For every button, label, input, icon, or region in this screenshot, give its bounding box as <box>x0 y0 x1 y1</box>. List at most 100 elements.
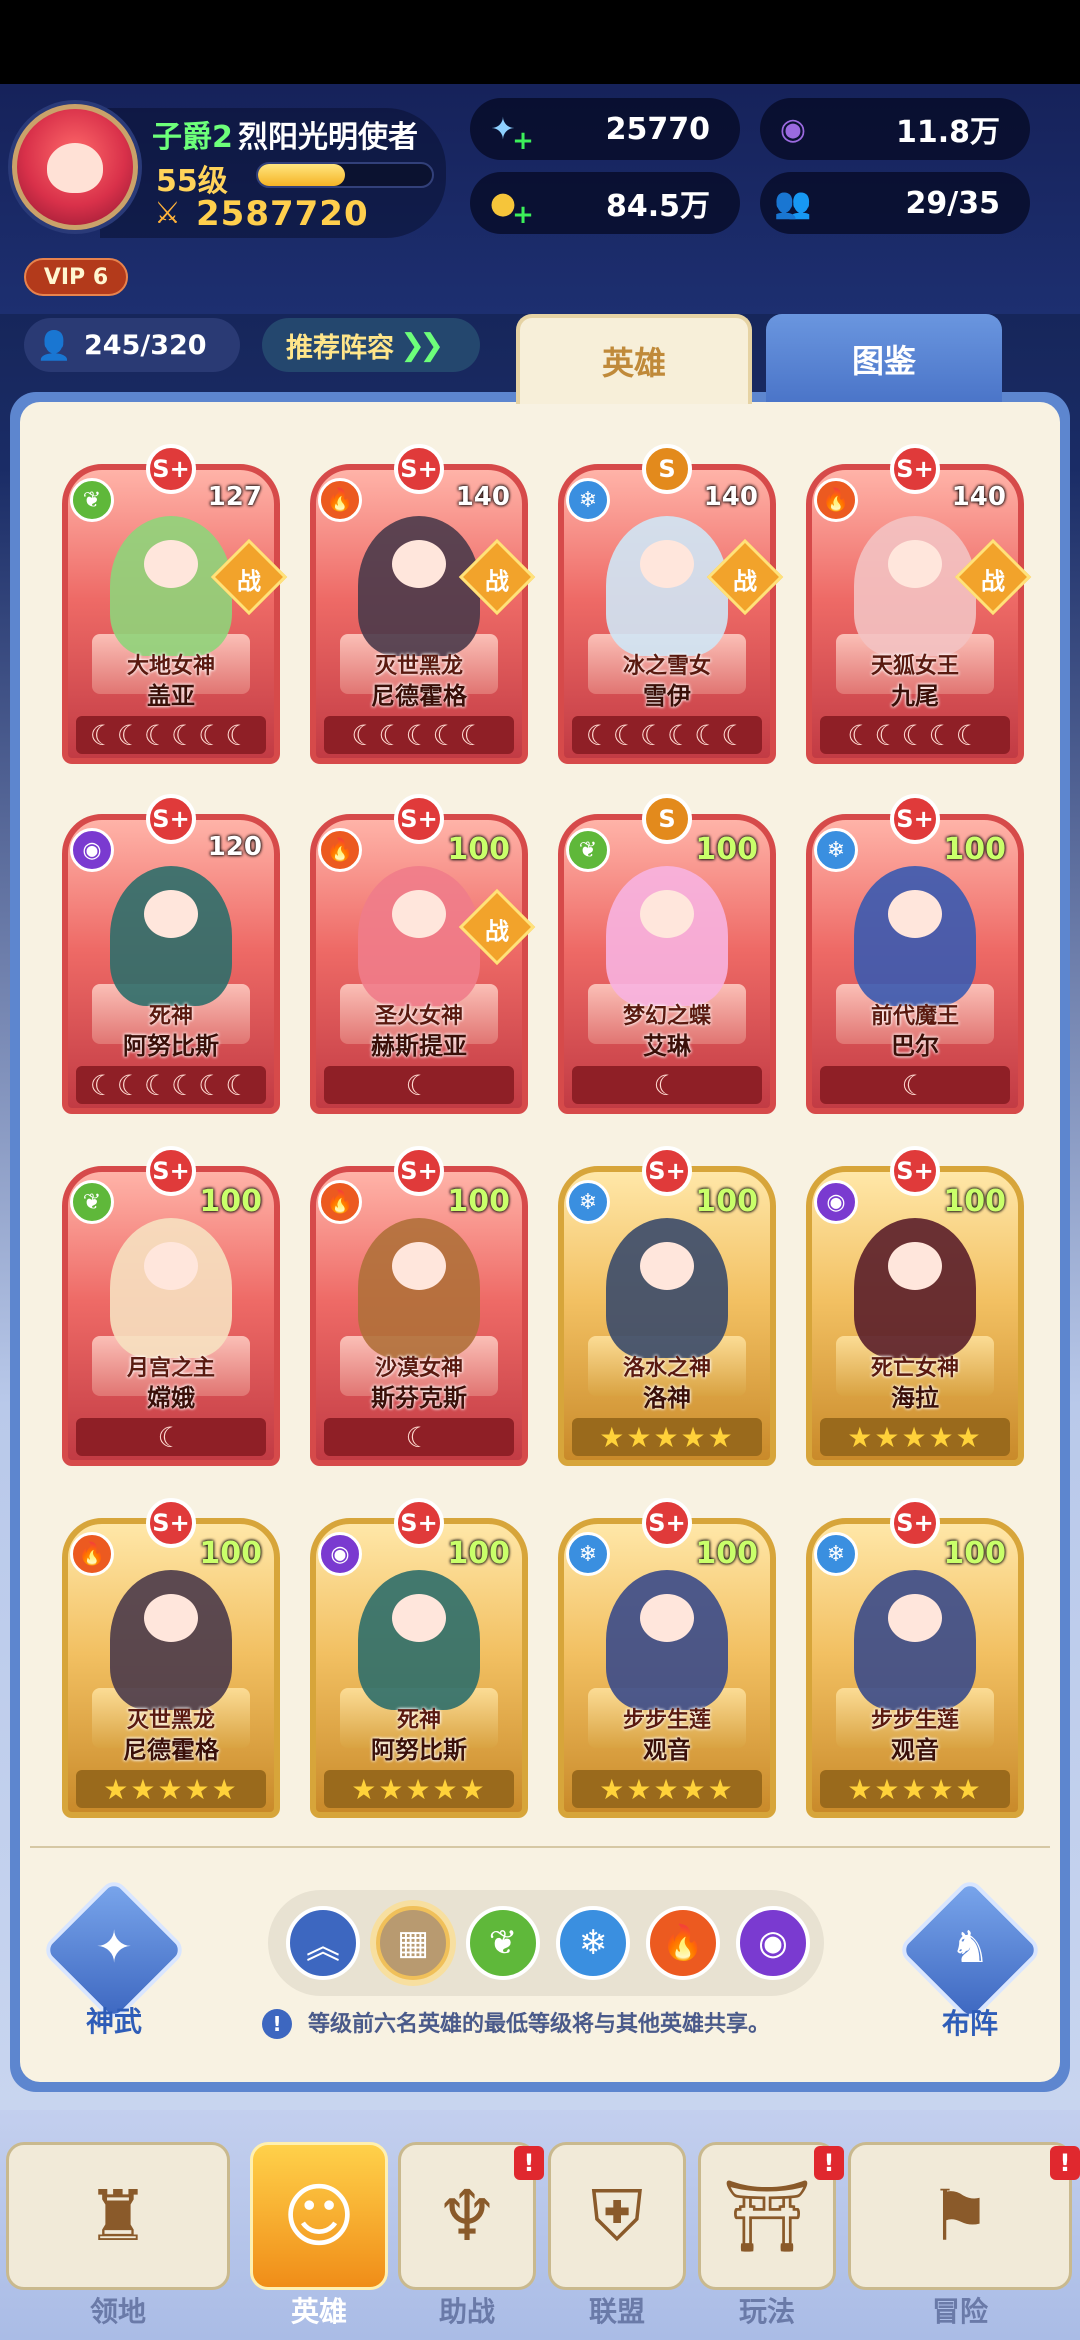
hero-card[interactable]: S+ ❦ 100 月宫之主 嫦娥 ☾ <box>62 1146 280 1466</box>
hero-level: 100 <box>447 1184 510 1219</box>
filter-upgrade[interactable]: ︽ <box>286 1906 360 1980</box>
tab-codex[interactable]: 图鉴 <box>766 314 1002 404</box>
snowflake-icon: ❄ <box>814 1532 858 1576</box>
hero-card[interactable]: S ❄ 140 冰之雪女 雪伊 ☾☾☾☾☾☾ 战 <box>558 444 784 764</box>
hero-card[interactable]: S+ ◉ 100 死亡女神 海拉 ★★★★★ <box>806 1146 1024 1466</box>
hero-name: 阿努比斯 <box>123 1032 219 1060</box>
hero-face <box>640 1594 694 1642</box>
hero-card[interactable]: S+ ❄ 100 前代魔王 巴尔 ☾ <box>806 794 1024 1114</box>
double-chevron-right-icon: ❯❯ <box>400 327 444 363</box>
person-icon: 👤 <box>36 328 72 362</box>
resource-gold[interactable]: ● +84.5万 <box>470 172 740 234</box>
snowflake-icon: ❄ <box>566 1180 610 1224</box>
hero-card[interactable]: S+ ◉ 120 死神 阿努比斯 ☾☾☾☾☾☾ <box>62 794 280 1114</box>
hero-card[interactable]: S+ 🔥 140 天狐女王 九尾 ☾☾☾☾☾ 战 <box>806 444 1032 764</box>
hero-name: 尼德霍格 <box>371 682 467 710</box>
resource-diamond[interactable]: ✦ +25770 <box>470 98 740 160</box>
grade-text: S+ <box>152 1157 190 1185</box>
hero-face <box>888 1242 942 1290</box>
resource-value: 29/35 <box>905 185 1000 221</box>
hero-face <box>392 890 446 938</box>
leaf-icon: ❦ <box>488 1923 518 1963</box>
nav-flag[interactable]: ⚑ <box>848 2142 1072 2290</box>
filter-ice[interactable]: ❄ <box>556 1906 630 1980</box>
resource-purple-currency[interactable]: ◉ 11.8万 <box>760 98 1030 160</box>
hero-stars: ☾☾☾☾☾☾ <box>76 716 266 754</box>
grade-badge: S+ <box>890 1498 940 1548</box>
hero-face <box>888 890 942 938</box>
grade-badge: S+ <box>394 1498 444 1548</box>
hero-name: 斯芬克斯 <box>371 1384 467 1412</box>
hero-face-icon: ☺ <box>282 2175 356 2257</box>
nav-label: 领地 <box>89 2295 146 2328</box>
hero-card[interactable]: S+ ❄ 100 洛水之神 洛神 ★★★★★ <box>558 1146 776 1466</box>
grade-badge: S+ <box>394 444 444 494</box>
grade-badge: S+ <box>146 1498 196 1548</box>
hero-stars: ☾☾☾☾☾☾ <box>572 716 762 754</box>
notification-badge: ! <box>1050 2146 1080 2180</box>
vip-badge[interactable]: VIP 6 <box>24 258 128 296</box>
hero-name: 巴尔 <box>891 1032 939 1060</box>
grade-text: S+ <box>896 455 934 483</box>
nav-castle[interactable]: ♜ <box>6 2142 230 2290</box>
filter-fire[interactable]: 🔥 <box>646 1906 720 1980</box>
info-icon: ! <box>262 2009 292 2039</box>
hero-level: 100 <box>199 1184 262 1219</box>
hero-card[interactable]: S+ 🔥 140 灭世黑龙 尼德霍格 ☾☾☾☾☾ 战 <box>310 444 536 764</box>
hero-count-value: 245/320 <box>84 329 207 361</box>
people-icon: 👥 <box>774 185 812 221</box>
combat-power: 2587720 <box>196 194 369 234</box>
hero-card[interactable]: S+ ◉ 100 死神 阿努比斯 ★★★★★ <box>310 1498 528 1818</box>
hero-card[interactable]: S+ 🔥 100 沙漠女神 斯芬克斯 ☾ <box>310 1146 528 1466</box>
hero-card[interactable]: S+ ❄ 100 步步生莲 观音 ★★★★★ <box>558 1498 776 1818</box>
hero-level: 127 <box>207 482 262 512</box>
hero-card[interactable]: S ❦ 100 梦幻之蝶 艾琳 ☾ <box>558 794 776 1114</box>
hero-face <box>888 1594 942 1642</box>
divider <box>30 1846 1050 1848</box>
plus-icon[interactable]: + <box>510 128 536 154</box>
hero-face <box>144 540 198 588</box>
leaf-icon: ❦ <box>70 1180 114 1224</box>
gate-icon: ⛩ <box>722 2174 812 2257</box>
grade-badge: S+ <box>146 1146 196 1196</box>
hero-face <box>144 1594 198 1642</box>
hero-stars: ★★★★★ <box>76 1770 266 1808</box>
resource-friends[interactable]: 👥 29/35 <box>760 172 1030 234</box>
battle-label: 战 <box>981 566 1005 595</box>
tab-hero[interactable]: 英雄 <box>516 314 752 404</box>
nav-label: 玩法 <box>738 2295 795 2328</box>
nav-hero-face[interactable]: ☺ <box>250 2142 388 2290</box>
plus-icon[interactable]: + <box>510 202 536 228</box>
grade-badge: S+ <box>642 1498 692 1548</box>
grade-badge: S+ <box>890 794 940 844</box>
hero-level: 100 <box>943 832 1006 867</box>
hero-stars: ★★★★★ <box>572 1418 762 1456</box>
player-rank: 子爵2 <box>152 120 233 155</box>
hero-stars: ☾ <box>76 1418 266 1456</box>
recommend-lineup-button[interactable]: 推荐阵容 ❯❯ <box>262 318 480 372</box>
chess-knight-icon: ♞ <box>950 1922 990 1973</box>
filter-dark[interactable]: ◉ <box>736 1906 810 1980</box>
hero-name: 阿努比斯 <box>371 1736 467 1764</box>
hero-name: 雪伊 <box>643 682 691 710</box>
hero-name: 九尾 <box>891 682 939 710</box>
hero-level: 100 <box>447 1536 510 1571</box>
flame-icon: 🔥 <box>318 1180 362 1224</box>
resource-value: 25770 <box>605 111 710 147</box>
filter-nature[interactable]: ❦ <box>466 1906 540 1980</box>
hero-count-pill[interactable]: 👤 245/320 <box>24 318 240 372</box>
nav-shield[interactable]: ⛨ <box>548 2142 686 2290</box>
hero-card[interactable]: S+ 🔥 100 圣火女神 赫斯提亚 ☾ 战 <box>310 794 536 1114</box>
grade-badge: S+ <box>890 1146 940 1196</box>
exp-bar-fill <box>258 164 345 186</box>
hero-card[interactable]: S+ 🔥 100 灭世黑龙 尼德霍格 ★★★★★ <box>62 1498 280 1818</box>
player-avatar[interactable] <box>12 104 138 230</box>
hero-card[interactable]: S+ ❄ 100 步步生莲 观音 ★★★★★ <box>806 1498 1024 1818</box>
hero-level: 100 <box>695 1536 758 1571</box>
hero-card[interactable]: S+ ❦ 127 大地女神 盖亚 ☾☾☾☾☾☾ 战 <box>62 444 288 764</box>
filter-all[interactable]: ▦ <box>376 1906 450 1980</box>
hero-level: 100 <box>447 832 510 867</box>
hero-name: 艾琳 <box>643 1032 691 1060</box>
grade-text: S+ <box>648 1509 686 1537</box>
nav-label: 英雄 <box>290 2295 347 2328</box>
